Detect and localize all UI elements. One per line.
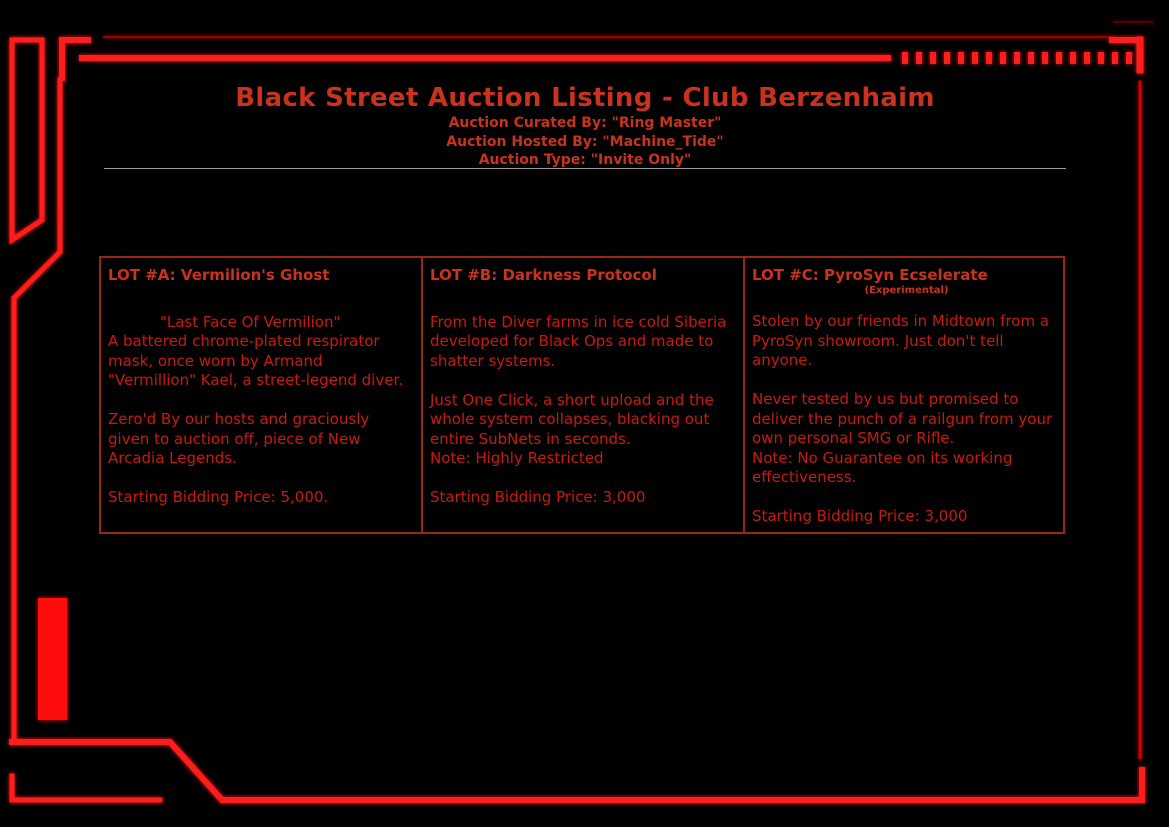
lot-b-note: Note: Highly Restricted [430, 449, 604, 467]
lot-a-description: A battered chrome-plated respirator mask… [108, 332, 403, 389]
page-title: Black Street Auction Listing - Club Berz… [235, 83, 935, 113]
lot-c-description: Stolen by our friends in Midtown from a … [752, 312, 1050, 369]
lot-c-price: Starting Bidding Price: 3,000 [752, 507, 968, 525]
lot-b-title: LOT #B: Darkness Protocol [430, 266, 657, 284]
lot-c-details: Never tested by us but promised to deliv… [752, 390, 1053, 447]
lot-a-details: Zero'd By our hosts and graciously given… [108, 410, 370, 467]
lot-a-title: LOT #A: Vermilion's Ghost [108, 266, 330, 284]
lot-c-title: LOT #C: PyroSyn Ecselerate [752, 266, 988, 284]
lot-c-note: Note: No Guarantee on its working effect… [752, 448, 1013, 487]
lot-c[interactable]: LOT #C: PyroSyn Ecselerate (Experimental… [745, 258, 1067, 532]
lot-b-price: Starting Bidding Price: 3,000 [430, 488, 646, 506]
lot-c-subtitle: (Experimental) [864, 285, 949, 296]
lot-a-price: Starting Bidding Price: 5,000. [108, 488, 329, 506]
lot-a[interactable]: LOT #A: Vermilion's Ghost "Last Face Of … [101, 258, 423, 532]
header-divider [104, 168, 1066, 169]
lot-b-description: From the Diver farms in ice cold Siberia… [430, 312, 727, 370]
auction-type: Auction Type: "Invite Only" [478, 152, 692, 168]
lot-b-details: Just One Click, a short upload and the w… [430, 390, 714, 448]
lot-a-tagline: "Last Face Of Vermilion" [160, 312, 341, 331]
auction-header: Black Street Auction Listing - Club Berz… [104, 82, 1066, 170]
hosted-by: Auction Hosted By: "Machine_Tide" [446, 133, 724, 150]
lot-b[interactable]: LOT #B: Darkness Protocol From the Diver… [423, 258, 745, 532]
curated-by: Auction Curated By: "Ring Master" [448, 115, 722, 131]
lots-table: LOT #A: Vermilion's Ghost "Last Face Of … [99, 256, 1065, 534]
